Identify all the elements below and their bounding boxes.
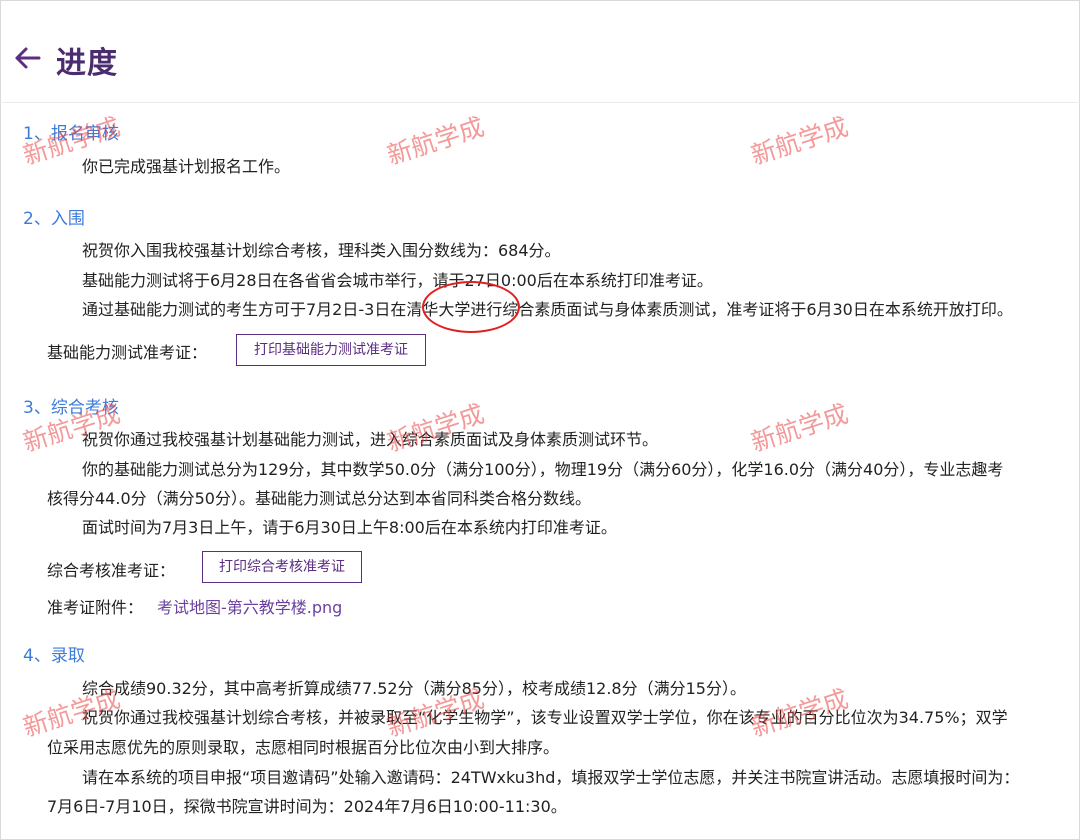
ticket-label: 综合考核准考证： <box>47 561 176 580</box>
section-title-registration: 1、报名审核 <box>23 124 119 144</box>
section-text: 你已完成强基计划报名工作。 <box>82 157 291 176</box>
back-arrow-icon[interactable] <box>12 43 42 73</box>
section-text: 请在本系统的项目申报“项目邀请码”处输入邀请码：24TWxku3hd，填报双学士… <box>82 768 1020 787</box>
section-text: 祝贺你通过我校强基计划综合考核，并被录取至“化学生物学”，该专业设置双学士学位，… <box>82 708 1008 727</box>
section-title-admission: 4、录取 <box>23 646 85 666</box>
print-basic-test-ticket-button[interactable]: 打印基础能力测试准考证 <box>236 334 426 366</box>
section-text: 通过基础能力测试的考生方可于7月2日-3日在清华大学进行综合素质面试与身体素质测… <box>82 300 1013 319</box>
section-text: 基础能力测试将于6月28日在各省省会城市举行，请于27日0:00后在本系统打印准… <box>82 271 713 290</box>
section-title-assessment: 3、综合考核 <box>23 398 119 418</box>
section-text: 核得分44.0分（满分50分）。基础能力测试总分达到本省同科类合格分数线。 <box>47 489 591 508</box>
attachment-label: 准考证附件： <box>47 598 144 617</box>
print-assessment-ticket-button[interactable]: 打印综合考核准考证 <box>202 551 362 583</box>
section-text: 你的基础能力测试总分为129分，其中数学50.0分（满分100分），物理19分（… <box>82 460 1004 479</box>
section-text: 综合成绩90.32分，其中高考折算成绩77.52分（满分85分），校考成绩12.… <box>82 679 746 698</box>
attachment-link[interactable]: 考试地图-第六教学楼.png <box>157 594 342 618</box>
section-text: 位采用志愿优先的原则录取，志愿相同时根据百分比位次由小到大排序。 <box>47 738 560 757</box>
section-title-shortlist: 2、入围 <box>23 209 85 229</box>
annotation-circle <box>422 281 520 333</box>
ticket-label: 基础能力测试准考证： <box>47 343 208 362</box>
page-title: 进度 <box>56 46 118 81</box>
section-text: 7月6日-7月10日，探微书院宣讲时间为：2024年7月6日10:00-11:3… <box>47 797 567 816</box>
section-text: 祝贺你通过我校强基计划基础能力测试，进入综合素质面试及身体素质测试环节。 <box>82 430 659 449</box>
section-text: 祝贺你入围我校强基计划综合考核，理科类入围分数线为：684分。 <box>82 241 561 260</box>
section-text: 面试时间为7月3日上午，请于6月30日上午8:00后在本系统内打印准考证。 <box>82 518 617 537</box>
header: 进度 <box>0 0 1080 103</box>
